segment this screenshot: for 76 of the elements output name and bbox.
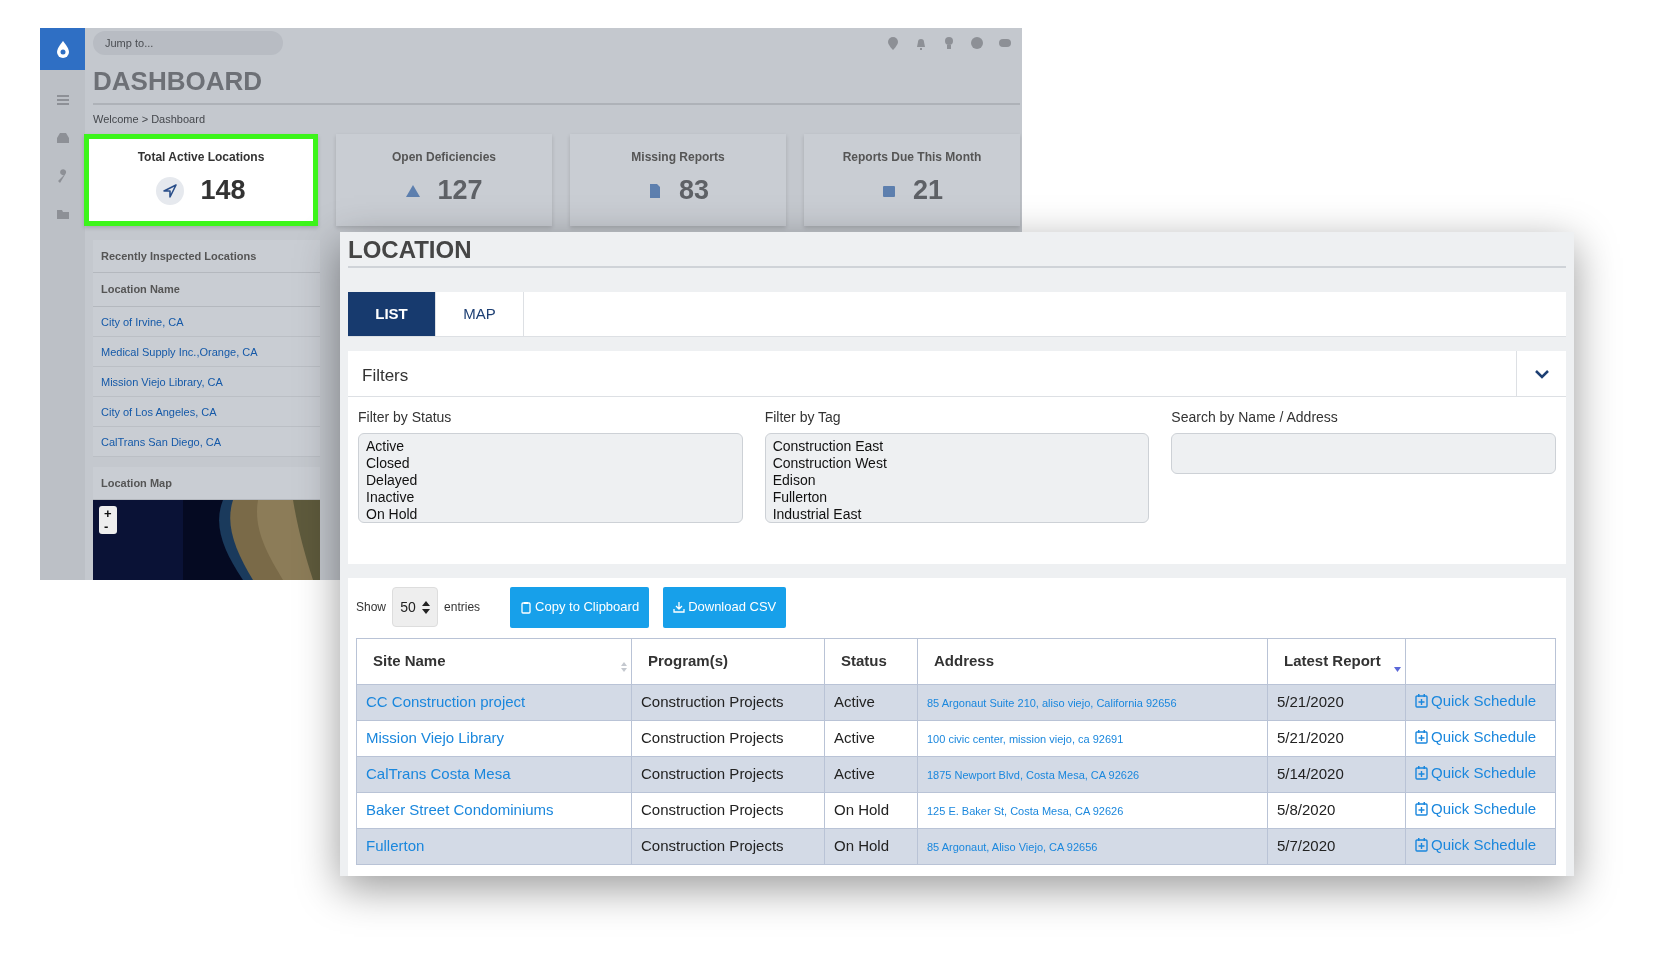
- navigation-icon: [156, 176, 185, 205]
- program-text: Construction Projects: [641, 765, 784, 783]
- date-text: 5/21/2020: [1277, 693, 1344, 711]
- program-text: Construction Projects: [641, 837, 784, 855]
- bell-icon[interactable]: [914, 36, 928, 50]
- column-header: Location Name: [93, 273, 320, 307]
- breadcrumb: Welcome > Dashboard: [93, 112, 206, 127]
- column-header[interactable]: Status: [841, 652, 887, 670]
- status-text: Active: [834, 765, 875, 783]
- page-title: DASHBOARD: [93, 65, 263, 98]
- stat-label: Missing Reports: [631, 149, 725, 167]
- search-field[interactable]: Jump to...: [93, 31, 283, 55]
- column-header[interactable]: Address: [934, 652, 995, 670]
- sort-descending-icon[interactable]: [1394, 667, 1401, 672]
- status-text: Active: [834, 729, 875, 747]
- filter-label: Search by Name / Address: [1171, 408, 1339, 427]
- calendar-plus-icon: [1415, 694, 1428, 709]
- location-link[interactable]: Medical Supply Inc.,Orange, CA: [101, 345, 258, 358]
- stat-value: 148: [200, 174, 246, 208]
- calendar-plus-icon: [1415, 766, 1428, 781]
- status-text: Active: [834, 693, 875, 711]
- tab[interactable]: LIST: [348, 292, 436, 336]
- stat-label: Reports Due This Month: [842, 149, 982, 167]
- date-text: 5/21/2020: [1277, 729, 1344, 747]
- stat-value: 83: [678, 174, 709, 208]
- program-text: Construction Projects: [641, 801, 784, 819]
- location-link[interactable]: City of Los Angeles, CA: [101, 405, 217, 418]
- address-link[interactable]: 125 E. Baker St, Costa Mesa, CA 92626: [927, 805, 1124, 818]
- date-text: 5/8/2020: [1277, 801, 1336, 819]
- program-text: Construction Projects: [641, 693, 784, 711]
- entries-select[interactable]: 50: [392, 587, 439, 627]
- status-text: On Hold: [834, 837, 890, 855]
- calendar-plus-icon: [1415, 838, 1428, 853]
- search-field[interactable]: [1171, 433, 1556, 474]
- address-link[interactable]: 100 civic center, mission viejo, ca 92691: [927, 733, 1124, 746]
- show-label: Show: [356, 599, 387, 616]
- pin-icon[interactable]: [886, 36, 900, 50]
- toggle-icon[interactable]: [998, 36, 1012, 50]
- calendar-plus-icon: [1415, 730, 1428, 745]
- logo[interactable]: [40, 28, 85, 70]
- panel-title: Recently Inspected Locations: [93, 239, 320, 273]
- sort-icon[interactable]: [621, 662, 627, 672]
- user-icon[interactable]: [970, 36, 984, 50]
- toolbar-button[interactable]: Copy to Clipboard: [510, 586, 650, 628]
- lightbulb-icon[interactable]: [942, 36, 956, 50]
- column-header[interactable]: Site Name: [373, 652, 446, 670]
- page-title: LOCATION: [348, 232, 1566, 268]
- address-link[interactable]: 85 Argonaut, Aliso Viejo, CA 92656: [927, 841, 1098, 854]
- menu-icon[interactable]: [54, 92, 71, 108]
- stat-label: Total Active Locations: [137, 149, 265, 167]
- listbox[interactable]: Active Closed Delayed Inactive On Hold: [358, 433, 743, 523]
- listbox[interactable]: Construction East Construction West Edison Fullerton Industrial East: [764, 433, 1150, 523]
- filter-label: Filter by Status: [358, 408, 453, 427]
- column-header[interactable]: Program(s): [648, 652, 729, 670]
- download-icon: [673, 600, 686, 614]
- stat-value: 127: [437, 174, 483, 208]
- updown-icon: [421, 600, 430, 614]
- chevron-down-icon: [1533, 367, 1550, 380]
- location-link[interactable]: CalTrans San Diego, CA: [101, 435, 222, 448]
- status-text: On Hold: [834, 801, 890, 819]
- clipboard-icon: [520, 600, 533, 614]
- location-link[interactable]: City of Irvine, CA: [101, 315, 184, 328]
- inbox-icon[interactable]: [54, 130, 71, 146]
- zoom-control[interactable]: + -: [99, 506, 117, 534]
- site-link[interactable]: Fullerton: [366, 837, 425, 855]
- date-text: 5/14/2020: [1277, 765, 1344, 783]
- program-text: Construction Projects: [641, 729, 784, 747]
- stat-label: Open Deficiencies: [391, 149, 496, 167]
- toolbar-button[interactable]: Download CSV: [663, 586, 787, 628]
- entries-label: entries: [444, 599, 481, 616]
- filter-label: Filter by Tag: [764, 408, 842, 427]
- calendar-plus-icon: [1415, 802, 1428, 817]
- location-link[interactable]: Mission Viejo Library, CA: [101, 375, 223, 388]
- date-text: 5/7/2020: [1277, 837, 1336, 855]
- filters-title: Filters: [361, 365, 410, 387]
- stat-value: 21: [912, 174, 943, 208]
